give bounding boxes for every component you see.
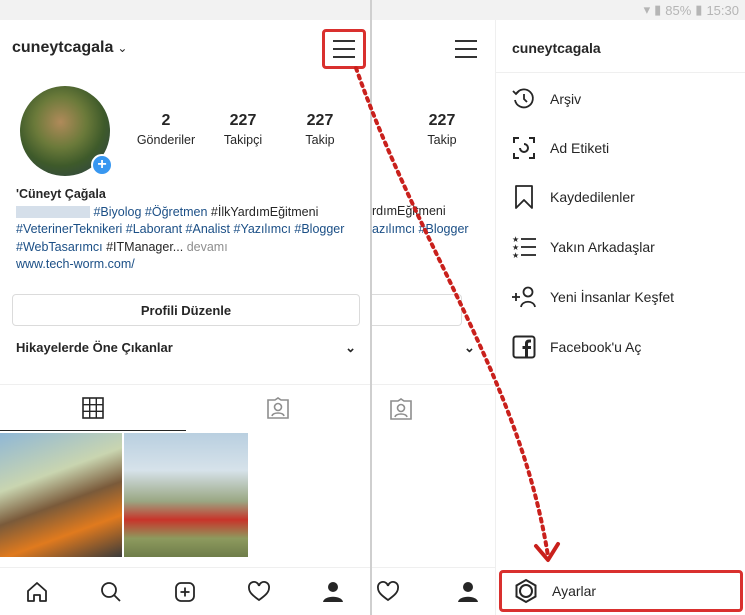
edit-profile-button-partial: [372, 294, 462, 326]
profile-bio: 'Cüneyt Çağala #Biyolog #Öğretmen #İlkYa…: [16, 186, 366, 274]
archive-icon: [510, 85, 538, 113]
hamburger-menu-button[interactable]: [444, 29, 488, 69]
bio-hashtag-3[interactable]: #WebTasarımcı: [16, 240, 103, 254]
profile-tabs: [0, 385, 370, 431]
posts-stat: 2 Gönderiler: [131, 112, 201, 147]
followers-count: 227: [229, 112, 257, 129]
drawer-item-label: Arşiv: [550, 91, 582, 107]
followers-label-partial: çi: [372, 133, 382, 147]
tagged-icon: [267, 397, 289, 419]
profile-website-link[interactable]: www.tech-worm.com/: [16, 256, 366, 274]
wifi-icon: ▾: [643, 2, 651, 17]
bookmark-icon: [510, 183, 538, 211]
profile-screen-partial: 7 çi 227 Takip rdımEğitmeni azılımcı #Bl…: [372, 20, 495, 615]
followers-stat[interactable]: 227 Takipçi: [208, 112, 278, 147]
facebook-icon: [510, 333, 538, 361]
search-icon[interactable]: [97, 578, 125, 606]
following-label-partial: Takip: [427, 133, 457, 147]
heart-icon[interactable]: [245, 578, 273, 606]
following-stat-partial: 227 Takip: [407, 112, 477, 147]
bottom-navigation-partial: [372, 567, 495, 615]
posts-label: Gönderiler: [136, 133, 196, 147]
post-thumbnail[interactable]: [0, 433, 122, 557]
drawer-username: cuneytcagala: [512, 40, 601, 56]
story-highlights-row[interactable]: Hikayelerde Öne Çıkanlar ⌄: [16, 340, 356, 356]
settings-label: Ayarlar: [552, 583, 597, 599]
tagged-icon: [388, 396, 414, 427]
following-count-partial: 227: [428, 112, 456, 129]
drawer-item-label: Yakın Arkadaşlar: [550, 239, 655, 255]
profile-username[interactable]: cuneytcagala: [12, 39, 113, 57]
settings-button[interactable]: Ayarlar: [499, 570, 743, 612]
new-post-icon[interactable]: [171, 578, 199, 606]
tab-grid[interactable]: [0, 385, 186, 431]
bottom-navigation: [0, 567, 370, 615]
nametag-icon: [510, 134, 538, 162]
followers-count-partial: 7: [372, 112, 382, 130]
status-bar: ▾ ▮ 85% ▮ 15:30: [0, 0, 745, 20]
drawer-item-saved[interactable]: Kaydedilenler: [510, 182, 635, 212]
followers-label: Takipçi: [223, 133, 263, 147]
edit-profile-button[interactable]: Profili Düzenle: [12, 294, 360, 326]
bio-hashtags-2[interactable]: #VeterinerTeknikeri #Laborant #Analist #…: [16, 221, 366, 239]
side-drawer: cuneytcagala Arşiv Ad Etiketi Kaydedilen…: [495, 20, 745, 615]
posts-count: 2: [161, 112, 171, 129]
signal-icon: ▮: [654, 2, 662, 17]
chevron-down-icon: ⌄: [464, 340, 475, 355]
profile-screen: cuneytcagala ⌄ + 2 Gönderiler 227 Takipç…: [0, 20, 370, 615]
grid-icon: [82, 396, 104, 419]
drawer-item-label: Kaydedilenler: [550, 189, 635, 205]
chevron-down-icon[interactable]: ⌄: [117, 41, 127, 55]
bio-more-link[interactable]: devamı: [187, 240, 228, 254]
drawer-item-nametag[interactable]: Ad Etiketi: [510, 133, 609, 163]
profile-icon[interactable]: [319, 578, 347, 606]
heart-icon: [374, 578, 402, 606]
drawer-item-facebook[interactable]: Facebook'u Aç: [510, 332, 641, 362]
bio-text-3: #ITManager...: [106, 239, 184, 254]
following-label: Takip: [305, 133, 335, 147]
bio-text-1: #İlkYardımEğitmeni: [210, 204, 319, 219]
profile-header: cuneytcagala ⌄: [0, 20, 370, 76]
post-thumbnail[interactable]: [124, 433, 248, 557]
bio-partial-line1: rdımEğitmeni: [372, 204, 446, 218]
battery-percent: 85%: [665, 2, 692, 18]
tab-tagged[interactable]: [186, 385, 370, 431]
drawer-item-archive[interactable]: Arşiv: [510, 84, 581, 114]
followers-stat-partial: 7 çi: [372, 112, 382, 147]
chevron-down-icon[interactable]: ⌄: [345, 340, 356, 356]
redacted-text: [16, 206, 90, 219]
gear-icon: [512, 577, 540, 605]
drawer-item-discover-people[interactable]: Yeni İnsanlar Keşfet: [510, 282, 674, 312]
divider: [372, 384, 495, 385]
close-friends-icon: ★ ★ ★: [510, 233, 538, 261]
bio-partial: rdımEğitmeni azılımcı #Blogger: [372, 203, 469, 238]
add-story-icon[interactable]: +: [91, 154, 113, 176]
status-time: 15:30: [706, 2, 739, 18]
following-stat[interactable]: 227 Takip: [285, 112, 355, 147]
profile-icon: [454, 578, 482, 606]
bio-partial-line2: azılımcı #Blogger: [372, 221, 469, 236]
profile-display-name: 'Cüneyt Çağala: [16, 187, 106, 201]
story-highlights-label: Hikayelerde Öne Çıkanlar: [16, 340, 173, 355]
hamburger-menu-button[interactable]: [322, 29, 366, 69]
following-count: 227: [306, 112, 334, 129]
bio-hashtags-1[interactable]: #Biyolog #Öğretmen: [93, 205, 207, 219]
drawer-item-close-friends[interactable]: ★ ★ ★ Yakın Arkadaşlar: [510, 232, 655, 262]
drawer-item-label: Ad Etiketi: [550, 140, 610, 156]
discover-people-icon: [510, 283, 538, 311]
svg-text:★: ★: [512, 251, 519, 260]
drawer-item-label: Facebook'u Aç: [550, 339, 642, 355]
battery-icon: ▮: [695, 2, 703, 17]
home-icon[interactable]: [23, 578, 51, 606]
divider: [496, 72, 745, 73]
drawer-item-label: Yeni İnsanlar Keşfet: [550, 289, 675, 305]
